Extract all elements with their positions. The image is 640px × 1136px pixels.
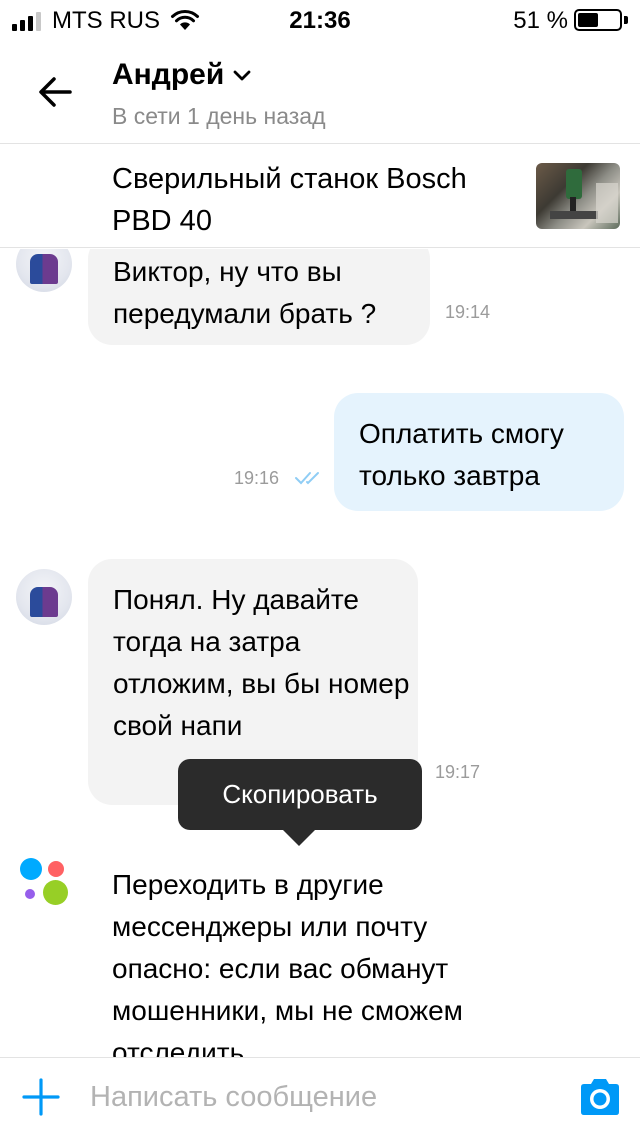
message-time: 19:16 [234,468,280,488]
chevron-down-icon[interactable] [233,70,251,82]
message-time: 19:14 [445,302,491,322]
contact-name[interactable]: Андрей [112,58,224,92]
tooltip-arrow [282,829,316,846]
item-title[interactable]: Сверильный станок Bosch PBD 40 [112,158,512,242]
avito-logo-icon [20,858,70,908]
read-double-check-icon [295,472,319,485]
battery-icon [574,9,622,31]
avatar[interactable] [16,569,72,625]
camera-icon[interactable] [578,1078,622,1116]
message-text: Понял. Ну давайте тогда на затра отложим… [113,584,410,741]
item-banner[interactable]: Сверильный станок Bosch PBD 40 [0,144,640,248]
message-list[interactable]: Виктор, ну что вы передумали брать ? 19:… [0,249,640,1057]
back-arrow-icon[interactable] [34,70,78,114]
status-bar: MTS RUS 21:36 51 % [0,0,640,40]
message-text: Виктор, ну что вы передумали брать ? [113,256,377,329]
message-bubble-incoming[interactable]: Виктор, ну что вы передумали брать ? [88,249,430,345]
item-thumbnail[interactable] [536,163,620,229]
contact-status: В сети 1 день назад [112,103,326,129]
system-warning-message: Переходить в другие мессенджеры или почт… [112,869,463,1057]
message-composer [0,1057,640,1136]
chat-header: Андрей В сети 1 день назад [0,44,640,144]
message-bubble-outgoing[interactable]: Оплатить смогу только завтра [334,393,624,511]
message-time: 19:17 [435,762,481,782]
plus-icon[interactable] [22,1078,60,1116]
battery-percent: 51 % [513,7,568,34]
message-text: Оплатить смогу только завтра [359,418,564,491]
avatar[interactable] [16,249,72,292]
copy-tooltip[interactable]: Скопировать [178,759,422,830]
message-input[interactable] [90,1074,550,1120]
copy-button[interactable]: Скопировать [222,779,377,809]
